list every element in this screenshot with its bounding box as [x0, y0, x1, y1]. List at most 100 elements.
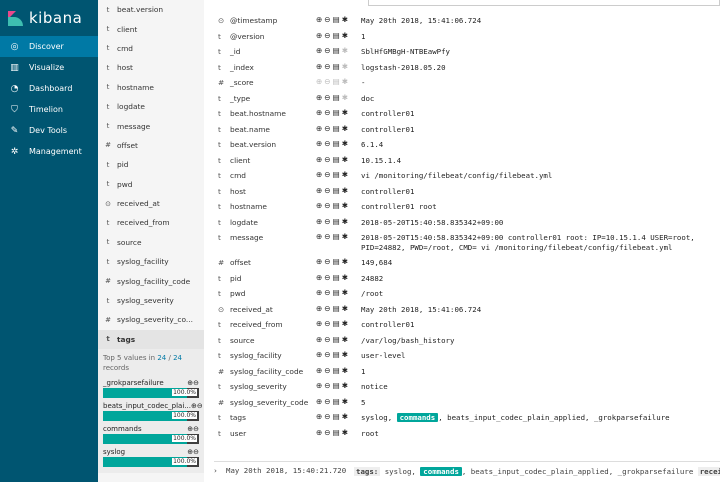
toggle-column-icon[interactable]: ▤ [333, 15, 340, 24]
filter-exists-icon[interactable]: ✱ [342, 366, 348, 375]
filter-out-value-icon[interactable]: ⊖ [324, 319, 330, 328]
toggle-column-icon[interactable]: ▤ [333, 155, 340, 164]
filter-for-value-icon[interactable]: ⊕ [316, 381, 322, 390]
toggle-column-icon[interactable]: ▤ [333, 412, 340, 421]
filter-out-value-icon[interactable]: ⊖ [324, 273, 330, 282]
filter-out-value-icon[interactable]: ⊖ [324, 62, 330, 71]
filter-for-value-icon[interactable]: ⊕ [316, 412, 322, 421]
filter-out-value-icon[interactable]: ⊖ [324, 139, 330, 148]
filter-exists-icon[interactable]: ✱ [342, 335, 348, 344]
toggle-column-icon[interactable]: ▤ [333, 31, 340, 40]
filter-out-value-icon[interactable]: ⊖ [324, 124, 330, 133]
filter-out-value-icon[interactable]: ⊖ [324, 31, 330, 40]
filter-exists-icon[interactable]: ✱ [342, 350, 348, 359]
filter-exists-icon[interactable]: ✱ [342, 288, 348, 297]
field-item[interactable]: t syslog_facility [98, 252, 204, 271]
filter-for-value-icon[interactable]: ⊕ [316, 397, 322, 406]
filter-for-value-icon[interactable]: ⊕ [316, 319, 322, 328]
toggle-column-icon[interactable]: ▤ [333, 170, 340, 179]
nav-item-discover[interactable]: ◎ Discover [0, 36, 98, 57]
expand-chevron-icon[interactable]: › [214, 462, 226, 482]
nav-item-dashboard[interactable]: ◔ Dashboard [0, 78, 98, 99]
toggle-column-icon[interactable]: ▤ [333, 273, 340, 282]
toggle-column-icon[interactable]: ▤ [333, 304, 340, 313]
toggle-column-icon[interactable]: ▤ [333, 335, 340, 344]
toggle-column-icon[interactable]: ▤ [333, 232, 340, 241]
filter-exists-icon[interactable]: ✱ [342, 93, 348, 102]
filter-buttons[interactable]: ⊕⊖ [191, 402, 203, 411]
toggle-column-icon[interactable]: ▤ [333, 397, 340, 406]
toggle-column-icon[interactable]: ▤ [333, 124, 340, 133]
filter-exists-icon[interactable]: ✱ [342, 217, 348, 226]
toggle-column-icon[interactable]: ▤ [333, 366, 340, 375]
field-item[interactable]: t pwd [98, 175, 204, 194]
field-item[interactable]: ⊙ received_at [98, 194, 204, 213]
field-item[interactable]: t hostname [98, 78, 204, 97]
next-document-row[interactable]: › May 20th 2018, 15:40:21.720 tags: sysl… [214, 461, 720, 482]
toggle-column-icon[interactable]: ▤ [333, 319, 340, 328]
filter-out-value-icon[interactable]: ⊖ [324, 232, 330, 241]
field-item[interactable]: t received_from [98, 213, 204, 232]
field-item[interactable]: t logdate [98, 97, 204, 116]
filter-out-value-icon[interactable]: ⊖ [324, 46, 330, 55]
field-item[interactable]: t syslog_severity [98, 291, 204, 310]
filter-for-value-icon[interactable]: ⊕ [316, 31, 322, 40]
filter-out-value-icon[interactable]: ⊖ [324, 257, 330, 266]
filter-for-value-icon[interactable]: ⊕ [316, 304, 322, 313]
filter-exists-icon[interactable]: ✱ [342, 31, 348, 40]
filter-for-value-icon[interactable]: ⊕ [316, 201, 322, 210]
filter-exists-icon[interactable]: ✱ [342, 381, 348, 390]
filter-for-value-icon[interactable]: ⊕ [316, 139, 322, 148]
filter-for-value-icon[interactable]: ⊕ [316, 124, 322, 133]
filter-for-value-icon[interactable]: ⊕ [316, 366, 322, 375]
filter-for-value-icon[interactable]: ⊕ [316, 257, 322, 266]
filter-out-value-icon[interactable]: ⊖ [324, 428, 330, 437]
field-item[interactable]: t source [98, 233, 204, 252]
filter-out-value-icon[interactable]: ⊖ [324, 15, 330, 24]
filter-out-value-icon[interactable]: ⊖ [324, 381, 330, 390]
toggle-column-icon[interactable]: ▤ [333, 217, 340, 226]
toggle-column-icon[interactable]: ▤ [333, 93, 340, 102]
filter-out-value-icon[interactable]: ⊖ [324, 335, 330, 344]
filter-for-value-icon[interactable]: ⊕ [316, 93, 322, 102]
toggle-column-icon[interactable]: ▤ [333, 201, 340, 210]
filter-for-value-icon[interactable]: ⊕ [316, 288, 322, 297]
filter-out-value-icon[interactable]: ⊖ [324, 217, 330, 226]
field-item[interactable]: t client [98, 19, 204, 38]
filter-out-value-icon[interactable]: ⊖ [324, 170, 330, 179]
toggle-column-icon[interactable]: ▤ [333, 257, 340, 266]
filter-exists-icon[interactable]: ✱ [342, 257, 348, 266]
nav-item-management[interactable]: ✲ Management [0, 141, 98, 162]
toggle-column-icon[interactable]: ▤ [333, 288, 340, 297]
filter-out-value-icon[interactable]: ⊖ [324, 412, 330, 421]
filter-for-value-icon[interactable]: ⊕ [316, 217, 322, 226]
filter-for-value-icon[interactable]: ⊕ [316, 232, 322, 241]
filter-for-value-icon[interactable]: ⊕ [316, 335, 322, 344]
filter-out-value-icon[interactable]: ⊖ [324, 155, 330, 164]
filter-exists-icon[interactable]: ✱ [342, 124, 348, 133]
filter-out-value-icon[interactable]: ⊖ [324, 304, 330, 313]
filter-for-value-icon[interactable]: ⊕ [316, 273, 322, 282]
filter-for-value-icon[interactable]: ⊕ [316, 77, 322, 86]
filter-for-value-icon[interactable]: ⊕ [316, 350, 322, 359]
filter-for-value-icon[interactable]: ⊕ [316, 15, 322, 24]
toggle-column-icon[interactable]: ▤ [333, 62, 340, 71]
filter-buttons[interactable]: ⊕⊖ [187, 379, 199, 388]
filter-for-value-icon[interactable]: ⊕ [316, 155, 322, 164]
field-item[interactable]: # syslog_facility_code [98, 271, 204, 290]
filter-exists-icon[interactable]: ✱ [342, 273, 348, 282]
nav-item-dev-tools[interactable]: ✎ Dev Tools [0, 120, 98, 141]
filter-out-value-icon[interactable]: ⊖ [324, 350, 330, 359]
filter-exists-icon[interactable]: ✱ [342, 201, 348, 210]
toggle-column-icon[interactable]: ▤ [333, 381, 340, 390]
filter-exists-icon[interactable]: ✱ [342, 108, 348, 117]
filter-out-value-icon[interactable]: ⊖ [324, 108, 330, 117]
filter-exists-icon[interactable]: ✱ [342, 304, 348, 313]
field-item[interactable]: # offset [98, 136, 204, 155]
toggle-column-icon[interactable]: ▤ [333, 186, 340, 195]
filter-exists-icon[interactable]: ✱ [342, 319, 348, 328]
filter-exists-icon[interactable]: ✱ [342, 77, 348, 86]
filter-exists-icon[interactable]: ✱ [342, 232, 348, 241]
filter-for-value-icon[interactable]: ⊕ [316, 108, 322, 117]
filter-out-value-icon[interactable]: ⊖ [324, 186, 330, 195]
